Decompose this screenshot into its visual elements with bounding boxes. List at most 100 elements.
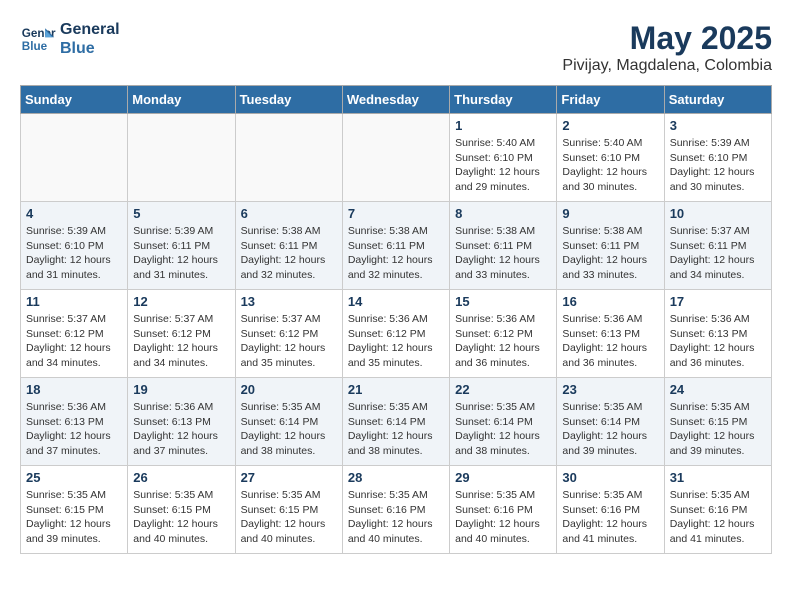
weekday-header-tuesday: Tuesday (235, 86, 342, 114)
calendar-cell: 29 Sunrise: 5:35 AM Sunset: 6:16 PM Dayli… (450, 466, 557, 554)
calendar-cell: 5 Sunrise: 5:39 AM Sunset: 6:11 PM Daylig… (128, 202, 235, 290)
svg-text:Blue: Blue (22, 40, 48, 53)
calendar-cell: 12Sunrise: 5:37 AM Sunset: 6:12 PM Dayli… (128, 290, 235, 378)
day-info: Sunrise: 5:39 AM Sunset: 6:10 PM Dayligh… (26, 224, 122, 283)
logo: General Blue General Blue (20, 20, 120, 58)
calendar-cell: 10Sunrise: 5:37 AM Sunset: 6:11 PM Dayli… (664, 202, 771, 290)
day-info: Sunrise: 5:35 AM Sunset: 6:16 PM Dayligh… (455, 488, 551, 547)
day-info: Sunrise: 5:35 AM Sunset: 6:16 PM Dayligh… (348, 488, 444, 547)
day-info: Sunrise: 5:36 AM Sunset: 6:12 PM Dayligh… (348, 312, 444, 371)
day-number: 3 (670, 118, 766, 133)
day-number: 30 (562, 470, 658, 485)
day-number: 21 (348, 382, 444, 397)
calendar-cell: 6Sunrise: 5:38 AM Sunset: 6:11 PM Daylig… (235, 202, 342, 290)
calendar-week-3: 11Sunrise: 5:37 AM Sunset: 6:12 PM Dayli… (21, 290, 772, 378)
calendar-week-5: 25 Sunrise: 5:35 AM Sunset: 6:15 PM Dayli… (21, 466, 772, 554)
calendar-header: SundayMondayTuesdayWednesdayThursdayFrid… (21, 86, 772, 114)
day-info: Sunrise: 5:35 AM Sunset: 6:15 PM Dayligh… (670, 400, 766, 459)
calendar-cell: 13 Sunrise: 5:37 AM Sunset: 6:12 PM Dayli… (235, 290, 342, 378)
day-number: 29 (455, 470, 551, 485)
calendar-cell: 9 Sunrise: 5:38 AM Sunset: 6:11 PM Daylig… (557, 202, 664, 290)
day-number: 31 (670, 470, 766, 485)
calendar-cell: 21Sunrise: 5:35 AM Sunset: 6:14 PM Dayli… (342, 378, 449, 466)
calendar-cell: 25 Sunrise: 5:35 AM Sunset: 6:15 PM Dayli… (21, 466, 128, 554)
calendar-cell: 24Sunrise: 5:35 AM Sunset: 6:15 PM Dayli… (664, 378, 771, 466)
calendar-cell: 7 Sunrise: 5:38 AM Sunset: 6:11 PM Daylig… (342, 202, 449, 290)
calendar-cell: 31Sunrise: 5:35 AM Sunset: 6:16 PM Dayli… (664, 466, 771, 554)
day-number: 1 (455, 118, 551, 133)
calendar-cell: 14 Sunrise: 5:36 AM Sunset: 6:12 PM Dayli… (342, 290, 449, 378)
day-info: Sunrise: 5:36 AM Sunset: 6:12 PM Dayligh… (455, 312, 551, 371)
weekday-header-wednesday: Wednesday (342, 86, 449, 114)
calendar-cell: 28 Sunrise: 5:35 AM Sunset: 6:16 PM Dayli… (342, 466, 449, 554)
calendar-cell: 30Sunrise: 5:35 AM Sunset: 6:16 PM Dayli… (557, 466, 664, 554)
calendar-cell: 15Sunrise: 5:36 AM Sunset: 6:12 PM Dayli… (450, 290, 557, 378)
calendar-cell: 16Sunrise: 5:36 AM Sunset: 6:13 PM Dayli… (557, 290, 664, 378)
calendar-cell (235, 114, 342, 202)
logo-general: General (60, 20, 120, 39)
calendar-cell: 23 Sunrise: 5:35 AM Sunset: 6:14 PM Dayli… (557, 378, 664, 466)
day-info: Sunrise: 5:39 AM Sunset: 6:11 PM Dayligh… (133, 224, 229, 283)
calendar-cell: 2Sunrise: 5:40 AM Sunset: 6:10 PM Daylig… (557, 114, 664, 202)
month-year-title: May 2025 (562, 20, 772, 57)
calendar-cell: 1 Sunrise: 5:40 AM Sunset: 6:10 PM Daylig… (450, 114, 557, 202)
title-block: May 2025 Pivijay, Magdalena, Colombia (562, 20, 772, 75)
day-info: Sunrise: 5:38 AM Sunset: 6:11 PM Dayligh… (562, 224, 658, 283)
day-info: Sunrise: 5:39 AM Sunset: 6:10 PM Dayligh… (670, 136, 766, 195)
day-info: Sunrise: 5:35 AM Sunset: 6:14 PM Dayligh… (455, 400, 551, 459)
calendar-cell: 17Sunrise: 5:36 AM Sunset: 6:13 PM Dayli… (664, 290, 771, 378)
day-info: Sunrise: 5:35 AM Sunset: 6:14 PM Dayligh… (562, 400, 658, 459)
location-subtitle: Pivijay, Magdalena, Colombia (562, 57, 772, 75)
calendar-cell: 4 Sunrise: 5:39 AM Sunset: 6:10 PM Daylig… (21, 202, 128, 290)
day-number: 22 (455, 382, 551, 397)
day-number: 5 (133, 206, 229, 221)
day-number: 8 (455, 206, 551, 221)
day-info: Sunrise: 5:38 AM Sunset: 6:11 PM Dayligh… (455, 224, 551, 283)
weekday-header-row: SundayMondayTuesdayWednesdayThursdayFrid… (21, 86, 772, 114)
calendar-cell: 26 Sunrise: 5:35 AM Sunset: 6:15 PM Dayli… (128, 466, 235, 554)
day-info: Sunrise: 5:37 AM Sunset: 6:12 PM Dayligh… (133, 312, 229, 371)
day-info: Sunrise: 5:40 AM Sunset: 6:10 PM Dayligh… (455, 136, 551, 195)
day-info: Sunrise: 5:38 AM Sunset: 6:11 PM Dayligh… (348, 224, 444, 283)
calendar-cell: 22 Sunrise: 5:35 AM Sunset: 6:14 PM Dayli… (450, 378, 557, 466)
calendar-cell: 18 Sunrise: 5:36 AM Sunset: 6:13 PM Dayli… (21, 378, 128, 466)
day-info: Sunrise: 5:35 AM Sunset: 6:15 PM Dayligh… (241, 488, 337, 547)
calendar-week-2: 4 Sunrise: 5:39 AM Sunset: 6:10 PM Daylig… (21, 202, 772, 290)
day-info: Sunrise: 5:37 AM Sunset: 6:12 PM Dayligh… (26, 312, 122, 371)
weekday-header-monday: Monday (128, 86, 235, 114)
day-number: 23 (562, 382, 658, 397)
day-info: Sunrise: 5:36 AM Sunset: 6:13 PM Dayligh… (562, 312, 658, 371)
calendar-cell (342, 114, 449, 202)
calendar-table: SundayMondayTuesdayWednesdayThursdayFrid… (20, 85, 772, 554)
svg-text:General: General (22, 27, 56, 40)
calendar-week-1: 1 Sunrise: 5:40 AM Sunset: 6:10 PM Daylig… (21, 114, 772, 202)
day-number: 9 (562, 206, 658, 221)
day-number: 25 (26, 470, 122, 485)
day-info: Sunrise: 5:37 AM Sunset: 6:12 PM Dayligh… (241, 312, 337, 371)
calendar-cell: 19Sunrise: 5:36 AM Sunset: 6:13 PM Dayli… (128, 378, 235, 466)
day-number: 13 (241, 294, 337, 309)
day-info: Sunrise: 5:35 AM Sunset: 6:15 PM Dayligh… (133, 488, 229, 547)
day-number: 26 (133, 470, 229, 485)
day-number: 18 (26, 382, 122, 397)
weekday-header-friday: Friday (557, 86, 664, 114)
calendar-cell: 20 Sunrise: 5:35 AM Sunset: 6:14 PM Dayli… (235, 378, 342, 466)
day-info: Sunrise: 5:36 AM Sunset: 6:13 PM Dayligh… (26, 400, 122, 459)
calendar-body: 1 Sunrise: 5:40 AM Sunset: 6:10 PM Daylig… (21, 114, 772, 554)
day-number: 10 (670, 206, 766, 221)
calendar-cell (128, 114, 235, 202)
day-info: Sunrise: 5:35 AM Sunset: 6:15 PM Dayligh… (26, 488, 122, 547)
calendar-cell: 8 Sunrise: 5:38 AM Sunset: 6:11 PM Daylig… (450, 202, 557, 290)
day-number: 28 (348, 470, 444, 485)
weekday-header-saturday: Saturday (664, 86, 771, 114)
day-number: 6 (241, 206, 337, 221)
day-info: Sunrise: 5:35 AM Sunset: 6:14 PM Dayligh… (241, 400, 337, 459)
day-number: 7 (348, 206, 444, 221)
weekday-header-thursday: Thursday (450, 86, 557, 114)
calendar-cell: 11Sunrise: 5:37 AM Sunset: 6:12 PM Dayli… (21, 290, 128, 378)
day-number: 14 (348, 294, 444, 309)
page-header: General Blue General Blue May 2025 Pivij… (20, 20, 772, 75)
day-number: 4 (26, 206, 122, 221)
day-info: Sunrise: 5:36 AM Sunset: 6:13 PM Dayligh… (670, 312, 766, 371)
day-number: 20 (241, 382, 337, 397)
